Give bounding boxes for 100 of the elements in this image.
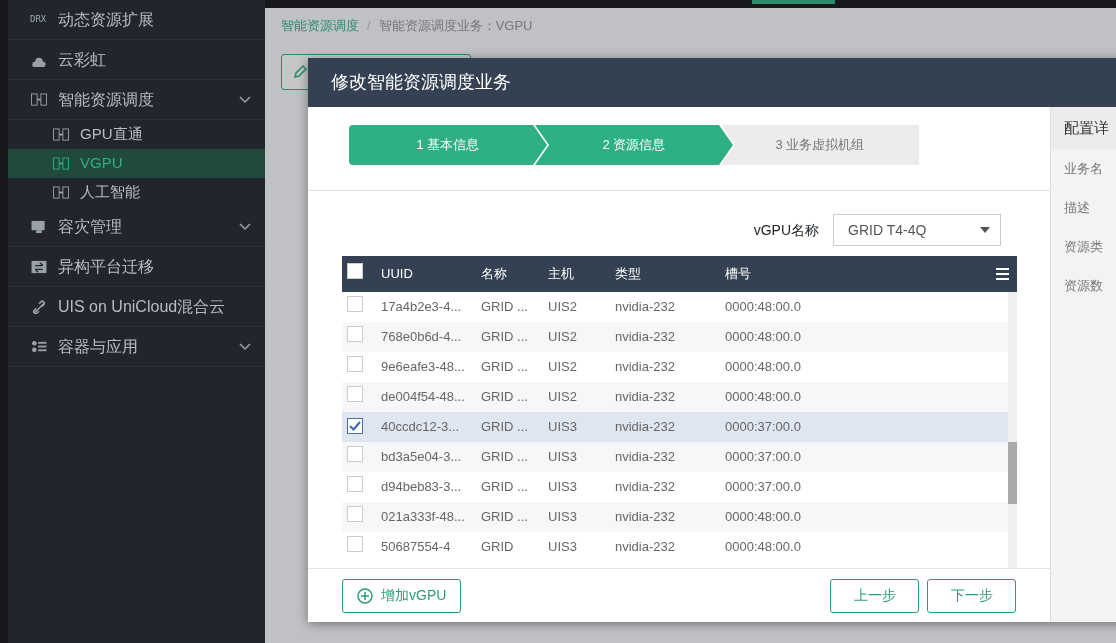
table-row[interactable]: bd3a5e04-3... GRID ... UIS3 nvidia-232 0000:37:00.0 [342, 442, 1008, 472]
scrollbar[interactable] [1008, 292, 1017, 568]
table-cell-text: UIS2 [548, 388, 578, 407]
column-header: 名称 [481, 265, 508, 284]
table-row[interactable]: 50687554-4 GRID UIS3 nvidia-232 0000:48:00.0 [342, 532, 1008, 562]
breadcrumb-separator: / [367, 18, 371, 33]
table-cell-text: nvidia-232 [615, 508, 676, 527]
table-cell-text: UIS2 [548, 298, 578, 317]
drx-icon: DRX [30, 12, 48, 27]
table-cell-text: nvidia-232 [615, 418, 676, 437]
column-header: 槽号 [725, 265, 752, 284]
table-cell-text: GRID ... [481, 508, 529, 527]
wizard-step: 3 业务虚拟机组 [721, 125, 919, 165]
table-cell-text: UIS3 [548, 538, 578, 557]
dialog-title: 修改智能资源调度业务 [308, 58, 1116, 107]
table-cell-text: GRID ... [481, 298, 529, 317]
table-row[interactable]: d94beb83-3... GRID ... UIS3 nvidia-232 0000:37:00.0 [342, 472, 1008, 502]
next-button[interactable]: 下一步 [927, 578, 1016, 613]
sidebar-item-label: 异构平台迁移 [58, 256, 154, 277]
table-cell-text: 0000:48:00.0 [725, 508, 802, 527]
table-row[interactable]: 40ccdc12-3... GRID ... UIS3 nvidia-232 0000:37:00.0 [342, 412, 1008, 442]
table-cell-text: 0000:48:00.0 [725, 328, 802, 347]
sidebar-item-label: 容器与应用 [58, 336, 138, 357]
table-cell-text: nvidia-232 [615, 478, 676, 497]
table-cell-text: UIS3 [548, 508, 578, 527]
table-cell-text: UIS2 [548, 328, 578, 347]
link-icon [30, 299, 48, 314]
table-cell-text: 17a4b2e3-4... [381, 298, 463, 317]
table-cell-text: GRID ... [481, 448, 529, 467]
table-cell-text: 0000:37:00.0 [725, 418, 802, 437]
server-icon [30, 92, 48, 107]
table-row[interactable]: 768e0b6d-4... GRID ... UIS2 nvidia-232 0000:48:00.0 [342, 322, 1008, 352]
add-vgpu-button[interactable]: 增加vGPU [342, 578, 462, 613]
table-cell-text: nvidia-232 [615, 298, 676, 317]
monitor-icon [30, 219, 48, 234]
sidebar-item[interactable]: 容器与应用 [8, 327, 265, 367]
detail-label: 描述 [1063, 198, 1091, 217]
table-cell-text: GRID ... [481, 478, 529, 497]
sidebar-item[interactable]: DRX 动态资源扩展 [8, 0, 265, 40]
table-cell-text: GRID [481, 538, 515, 557]
column-header: 主机 [548, 265, 575, 284]
wizard-step: 1 基本信息 [349, 125, 547, 165]
caret-icon [980, 227, 990, 233]
detail-label: 业务名 [1063, 159, 1104, 178]
server-icon [52, 185, 70, 200]
sidebar-item-label: 云彩虹 [58, 49, 106, 70]
sidebar-item-label: GPU直通 [80, 124, 143, 145]
table-cell-text: nvidia-232 [615, 358, 676, 377]
table-cell-text: 50687554-4 [381, 538, 452, 557]
table-cell-text: 0000:48:00.0 [725, 388, 802, 407]
column-header: UUID [381, 265, 414, 284]
table-row[interactable]: 17a4b2e3-4... GRID ... UIS2 nvidia-232 0000:48:00.0 [342, 292, 1008, 322]
table-cell-text: nvidia-232 [615, 538, 676, 557]
table-cell-text: GRID ... [481, 328, 529, 347]
sidebar-item[interactable]: UIS on UniCloud混合云 [8, 287, 265, 327]
table-cell-text: 0000:37:00.0 [725, 478, 802, 497]
table-cell-text: 021a333f-48... [381, 508, 466, 527]
pencil-icon [292, 63, 308, 80]
detail-label: 资源类 [1063, 237, 1104, 256]
breadcrumb-current: 智能资源调度业务：VGPU [378, 18, 533, 33]
details-title: 配置详 [1051, 107, 1116, 149]
transfer-icon [30, 259, 48, 274]
table-cell-text: UIS3 [548, 418, 578, 437]
table-cell-text: 0000:48:00.0 [725, 358, 802, 377]
previous-button[interactable]: 上一步 [830, 578, 919, 613]
table-row[interactable]: 9e6eafe3-48... GRID ... UIS2 nvidia-232 0000:48:00.0 [342, 352, 1008, 382]
table-cell-text: de004f54-48... [381, 388, 466, 407]
sidebar-item-label: 智能资源调度 [58, 89, 154, 110]
table-cell-text: 0000:48:00.0 [725, 538, 802, 557]
table-cell-text: nvidia-232 [615, 448, 676, 467]
menu-icon [996, 268, 1009, 280]
table-row[interactable]: de004f54-48... GRID ... UIS2 nvidia-232 0000:48:00.0 [342, 382, 1008, 412]
vgpu-select[interactable]: GRID T4-4Q [833, 214, 1001, 246]
sidebar-item[interactable]: 智能资源调度 [8, 80, 265, 120]
sidebar-item[interactable]: VGPU [8, 149, 265, 178]
column-header: 类型 [615, 265, 642, 284]
table-cell-text: 0000:48:00.0 [725, 298, 802, 317]
sidebar-item-label: UIS on UniCloud混合云 [58, 296, 226, 317]
table-cell-text: GRID ... [481, 418, 529, 437]
sidebar-item[interactable]: 人工智能 [8, 178, 265, 207]
table-cell-text: UIS2 [548, 358, 578, 377]
server-icon [52, 127, 70, 142]
table-cell-text: nvidia-232 [615, 328, 676, 347]
sidebar-item[interactable]: 容灾管理 [8, 207, 265, 247]
table-row[interactable]: 021a333f-48... GRID ... UIS3 nvidia-232 0000:48:00.0 [342, 502, 1008, 532]
sidebar-item-label: 人工智能 [80, 182, 140, 203]
sidebar-item-label: 容灾管理 [58, 216, 122, 237]
wizard-step: 2 资源信息 [535, 125, 733, 165]
table-cell-text: 0000:37:00.0 [725, 448, 802, 467]
plus-circle-icon [357, 587, 373, 604]
filter-label: vGPU名称 [753, 220, 819, 240]
sidebar-item-label: VGPU [80, 153, 123, 174]
sidebar-item[interactable]: 异构平台迁移 [8, 247, 265, 287]
table-cell-text: d94beb83-3... [381, 478, 463, 497]
sidebar-item[interactable]: 云彩虹 [8, 40, 265, 80]
table-cell-text: UIS3 [548, 448, 578, 467]
checkbox[interactable] [347, 418, 363, 435]
table-cell-text: 9e6eafe3-48... [381, 358, 466, 377]
sidebar-item[interactable]: GPU直通 [8, 120, 265, 149]
sidebar-item-label: 动态资源扩展 [58, 9, 154, 30]
